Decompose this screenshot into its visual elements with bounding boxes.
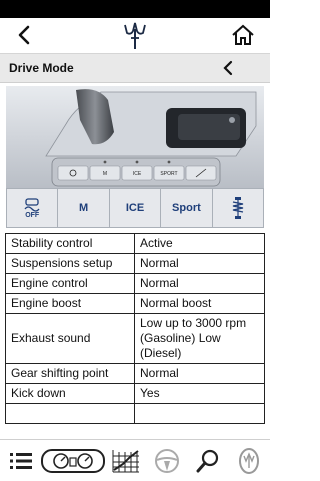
emblem-icon (239, 447, 260, 474)
top-navigation-bar (0, 18, 270, 54)
table-value (134, 403, 265, 424)
trident-logo (124, 22, 146, 49)
center-console-photo: M ICE SPORT (6, 86, 264, 188)
tab-search[interactable] (188, 440, 229, 481)
tab-dashboard[interactable] (41, 440, 106, 481)
console-button-ice: ICE (133, 171, 142, 177)
mode-button-suspension[interactable] (213, 189, 263, 227)
table-key: Engine control (5, 273, 135, 294)
section-title: Drive Mode (9, 61, 74, 75)
mode-sport-label: Sport (172, 202, 201, 214)
mode-button-sport[interactable]: Sport (161, 189, 213, 227)
status-bar (0, 0, 270, 18)
table-row: Kick down Yes (5, 383, 265, 404)
grid-chart-icon (112, 449, 139, 472)
tab-menu[interactable] (0, 440, 41, 481)
table-value: Normal boost (134, 293, 265, 314)
mode-off-label: OFF (25, 211, 40, 219)
dashboard-icon (41, 448, 106, 473)
bottom-navigation (0, 439, 270, 481)
table-key: Exhaust sound (5, 313, 135, 364)
table-row: Engine boost Normal boost (5, 293, 265, 314)
console-button-m: M (103, 171, 107, 177)
table-value: Low up to 3000 rpm (Gasoline) Low (Diese… (134, 313, 265, 364)
table-row (5, 403, 265, 424)
drive-mode-table: Stability control Active Suspensions set… (5, 233, 265, 437)
table-row: Gear shifting point Normal (5, 363, 265, 384)
mode-m-label: M (79, 202, 89, 214)
table-value: Normal (134, 253, 265, 274)
table-value: Active (134, 233, 265, 254)
table-value: Yes (134, 383, 265, 404)
table-value: Normal (134, 273, 265, 294)
mode-button-stability-off[interactable]: OFF (7, 189, 59, 227)
table-value: Normal (134, 363, 265, 384)
mode-button-m[interactable]: M (58, 189, 110, 227)
table-key: Suspensions setup (5, 253, 135, 274)
table-key: Kick down (5, 383, 135, 404)
drive-mode-selector: OFF M ICE Sport (6, 188, 264, 228)
table-row: Exhaust sound Low up to 3000 rpm (Gasoli… (5, 313, 265, 364)
console-button-sport: SPORT (160, 171, 177, 177)
home-icon[interactable] (231, 24, 255, 46)
search-icon (196, 449, 219, 472)
tab-emblem[interactable] (229, 440, 270, 481)
tab-charts[interactable] (105, 440, 146, 481)
table-key: Stability control (5, 233, 135, 254)
list-icon (9, 452, 32, 469)
mode-button-ice[interactable]: ICE (110, 189, 162, 227)
steering-wheel-icon (155, 448, 179, 473)
chevron-left-icon[interactable] (220, 59, 236, 77)
table-row: Stability control Active (5, 233, 265, 254)
section-header: Drive Mode (0, 54, 270, 83)
tab-steering[interactable] (146, 440, 187, 481)
back-arrow-icon[interactable] (14, 24, 36, 46)
table-key: Engine boost (5, 293, 135, 314)
table-row: Suspensions setup Normal (5, 253, 265, 274)
mode-ice-label: ICE (125, 202, 145, 214)
stability-off-icon (24, 197, 40, 212)
suspension-icon (232, 197, 243, 219)
table-key: Gear shifting point (5, 363, 135, 384)
table-row: Engine control Normal (5, 273, 265, 294)
table-key (5, 403, 135, 424)
